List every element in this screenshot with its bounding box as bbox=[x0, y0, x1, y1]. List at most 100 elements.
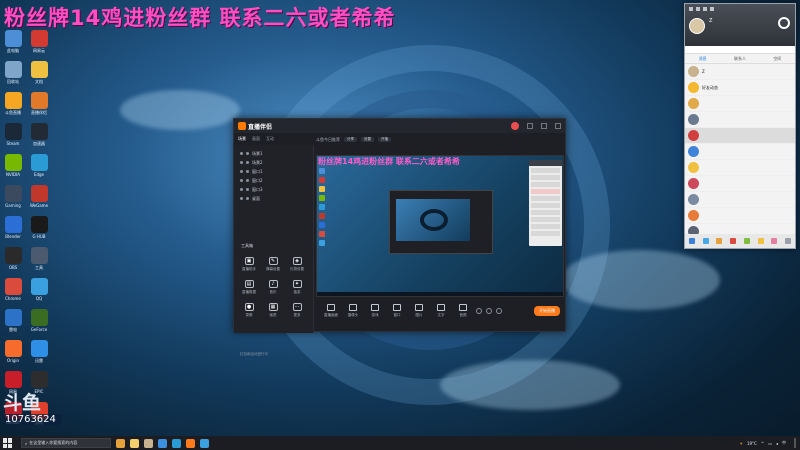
user-avatar[interactable] bbox=[511, 122, 519, 130]
show-desktop-button[interactable] bbox=[794, 438, 796, 448]
desktop-shortcut[interactable]: 工具 bbox=[26, 247, 52, 278]
source-button[interactable]: 摄像头 bbox=[344, 304, 362, 318]
source-button[interactable]: 窗口 bbox=[388, 304, 406, 318]
weather-icon[interactable] bbox=[778, 17, 790, 29]
preview-chip[interactable]: 设置 bbox=[361, 137, 374, 142]
conversation-item[interactable] bbox=[685, 192, 795, 208]
chevron-up-icon[interactable]: ^ bbox=[761, 441, 764, 446]
volume-icon[interactable]: ◂ bbox=[776, 441, 778, 446]
app-tab[interactable]: 互动 bbox=[266, 136, 274, 142]
taskbar-app-icon[interactable] bbox=[116, 438, 125, 448]
taskbar-app-icon[interactable] bbox=[144, 438, 153, 448]
desktop-shortcut[interactable]: QQ bbox=[26, 278, 52, 309]
source-button[interactable]: 音频 bbox=[454, 304, 472, 318]
close-icon[interactable] bbox=[555, 123, 561, 129]
scene-item[interactable]: 窗口2 bbox=[234, 176, 313, 185]
desktop-shortcut[interactable]: 回收站 bbox=[0, 61, 26, 92]
tool-button[interactable]: ◈ 礼物设置 bbox=[285, 257, 309, 280]
taskbar-app-icon[interactable] bbox=[130, 438, 139, 448]
desktop-shortcut[interactable]: 斗鱼直播 bbox=[0, 92, 26, 123]
eye-icon[interactable] bbox=[240, 170, 243, 173]
conversation-item[interactable] bbox=[685, 144, 795, 160]
qq-panel[interactable]: Z 消息 联系人 空间 Z 好友动态 bbox=[684, 3, 796, 249]
tool-button[interactable]: ✦ 抽奖 bbox=[285, 280, 309, 303]
eye-icon[interactable] bbox=[240, 152, 243, 155]
preview-chip[interactable]: 分享 bbox=[344, 137, 357, 142]
tool-button[interactable]: ✎ 弹幕设置 bbox=[261, 257, 285, 280]
eye-icon[interactable] bbox=[240, 188, 243, 191]
tool-button[interactable]: ● 录像 bbox=[237, 303, 261, 326]
qq-app-icon[interactable] bbox=[702, 238, 709, 244]
qq-avatar[interactable] bbox=[689, 18, 705, 34]
minimize-icon[interactable] bbox=[527, 123, 533, 129]
desktop-shortcut[interactable]: Chrome bbox=[0, 278, 26, 309]
source-button[interactable]: 图片 bbox=[410, 304, 428, 318]
eye-icon[interactable] bbox=[240, 197, 243, 200]
source-button[interactable]: 文字 bbox=[432, 304, 450, 318]
taskbar-app-icon[interactable] bbox=[186, 438, 195, 448]
desktop-shortcut[interactable]: NVIDIA bbox=[0, 154, 26, 185]
conversation-item[interactable]: 好友动态 bbox=[685, 80, 795, 96]
desktop-shortcut[interactable]: 迅雷 bbox=[26, 340, 52, 371]
eye-icon[interactable] bbox=[240, 161, 243, 164]
conversation-item[interactable] bbox=[685, 160, 795, 176]
desktop-shortcut[interactable]: 直播伴侣 bbox=[26, 92, 52, 123]
conversation-item[interactable]: Z bbox=[685, 64, 795, 80]
lock-icon[interactable] bbox=[246, 170, 249, 173]
desktop-shortcut[interactable]: 此电脑 bbox=[0, 30, 26, 61]
conversation-item[interactable] bbox=[685, 96, 795, 112]
desktop-shortcut[interactable]: 雷电 bbox=[0, 309, 26, 340]
qq-tab-space[interactable]: 空间 bbox=[773, 56, 781, 62]
desktop-shortcut[interactable]: Steam bbox=[0, 123, 26, 154]
scene-item[interactable]: 场景2 bbox=[234, 158, 313, 167]
stream-preview[interactable]: 粉丝牌14鸡进粉丝群 联系二六或者希希 bbox=[316, 155, 564, 297]
weather-icon[interactable]: ☀ bbox=[739, 441, 743, 446]
desktop-shortcut[interactable]: Origin bbox=[0, 340, 26, 371]
qq-tab-contacts[interactable]: 联系人 bbox=[734, 56, 746, 62]
taskbar-search-input[interactable]: ⌕ 在这里输入你要搜索的内容 bbox=[21, 438, 111, 448]
qq-icon[interactable] bbox=[200, 438, 209, 448]
tool-button[interactable]: ⋯ 更多 bbox=[285, 303, 309, 326]
settings-icon[interactable] bbox=[496, 308, 502, 314]
scene-item[interactable]: 窗口1 bbox=[234, 167, 313, 176]
scene-item[interactable]: 场景1 bbox=[234, 149, 313, 158]
lock-icon[interactable] bbox=[246, 179, 249, 182]
conversation-item[interactable] bbox=[685, 176, 795, 192]
desktop-shortcut[interactable]: Blender bbox=[0, 216, 26, 247]
scene-item[interactable]: 桌面 bbox=[234, 194, 313, 203]
desktop-shortcut[interactable]: GeForce bbox=[26, 309, 52, 340]
tool-button[interactable]: ♪ 音乐 bbox=[261, 280, 285, 303]
lock-icon[interactable] bbox=[246, 188, 249, 191]
qq-app-icon[interactable] bbox=[785, 238, 792, 244]
conversation-item[interactable] bbox=[685, 208, 795, 224]
desktop-shortcut[interactable]: 文档 bbox=[26, 61, 52, 92]
tool-button[interactable]: ▤ 直播数据 bbox=[237, 280, 261, 303]
qq-app-icon[interactable] bbox=[743, 238, 750, 244]
app-tab[interactable]: 场景 bbox=[238, 136, 246, 142]
camera-setting-icon[interactable] bbox=[476, 308, 482, 314]
qq-app-icon[interactable] bbox=[771, 238, 778, 244]
start-live-button[interactable]: 开始直播 bbox=[534, 306, 560, 316]
preview-chip[interactable]: 开播 bbox=[378, 137, 391, 142]
conversation-item[interactable] bbox=[685, 128, 795, 144]
qq-app-icon[interactable] bbox=[757, 238, 764, 244]
desktop-shortcut[interactable]: Gaming bbox=[0, 185, 26, 216]
qq-app-icon[interactable] bbox=[716, 238, 723, 244]
qq-tab-messages[interactable]: 消息 bbox=[699, 56, 707, 62]
lock-icon[interactable] bbox=[246, 152, 249, 155]
desktop-shortcut[interactable]: Edge bbox=[26, 154, 52, 185]
eye-icon[interactable] bbox=[240, 179, 243, 182]
source-button[interactable]: 游戏 bbox=[366, 304, 384, 318]
tool-button[interactable]: ▣ 直播助手 bbox=[237, 257, 261, 280]
desktop-shortcut[interactable]: OBS bbox=[0, 247, 26, 278]
desktop-shortcut[interactable]: 网易云 bbox=[26, 30, 52, 61]
lock-icon[interactable] bbox=[246, 161, 249, 164]
desktop-shortcut[interactable]: 加速器 bbox=[26, 123, 52, 154]
source-button[interactable]: 直播画面 bbox=[322, 304, 340, 318]
edge-icon[interactable] bbox=[172, 438, 181, 448]
network-icon[interactable]: ▭ bbox=[768, 441, 772, 446]
app-tab[interactable]: 画面 bbox=[252, 136, 260, 142]
maximize-icon[interactable] bbox=[541, 123, 547, 129]
ime-indicator[interactable]: 中 bbox=[782, 440, 786, 446]
qq-search-input[interactable] bbox=[685, 46, 795, 54]
